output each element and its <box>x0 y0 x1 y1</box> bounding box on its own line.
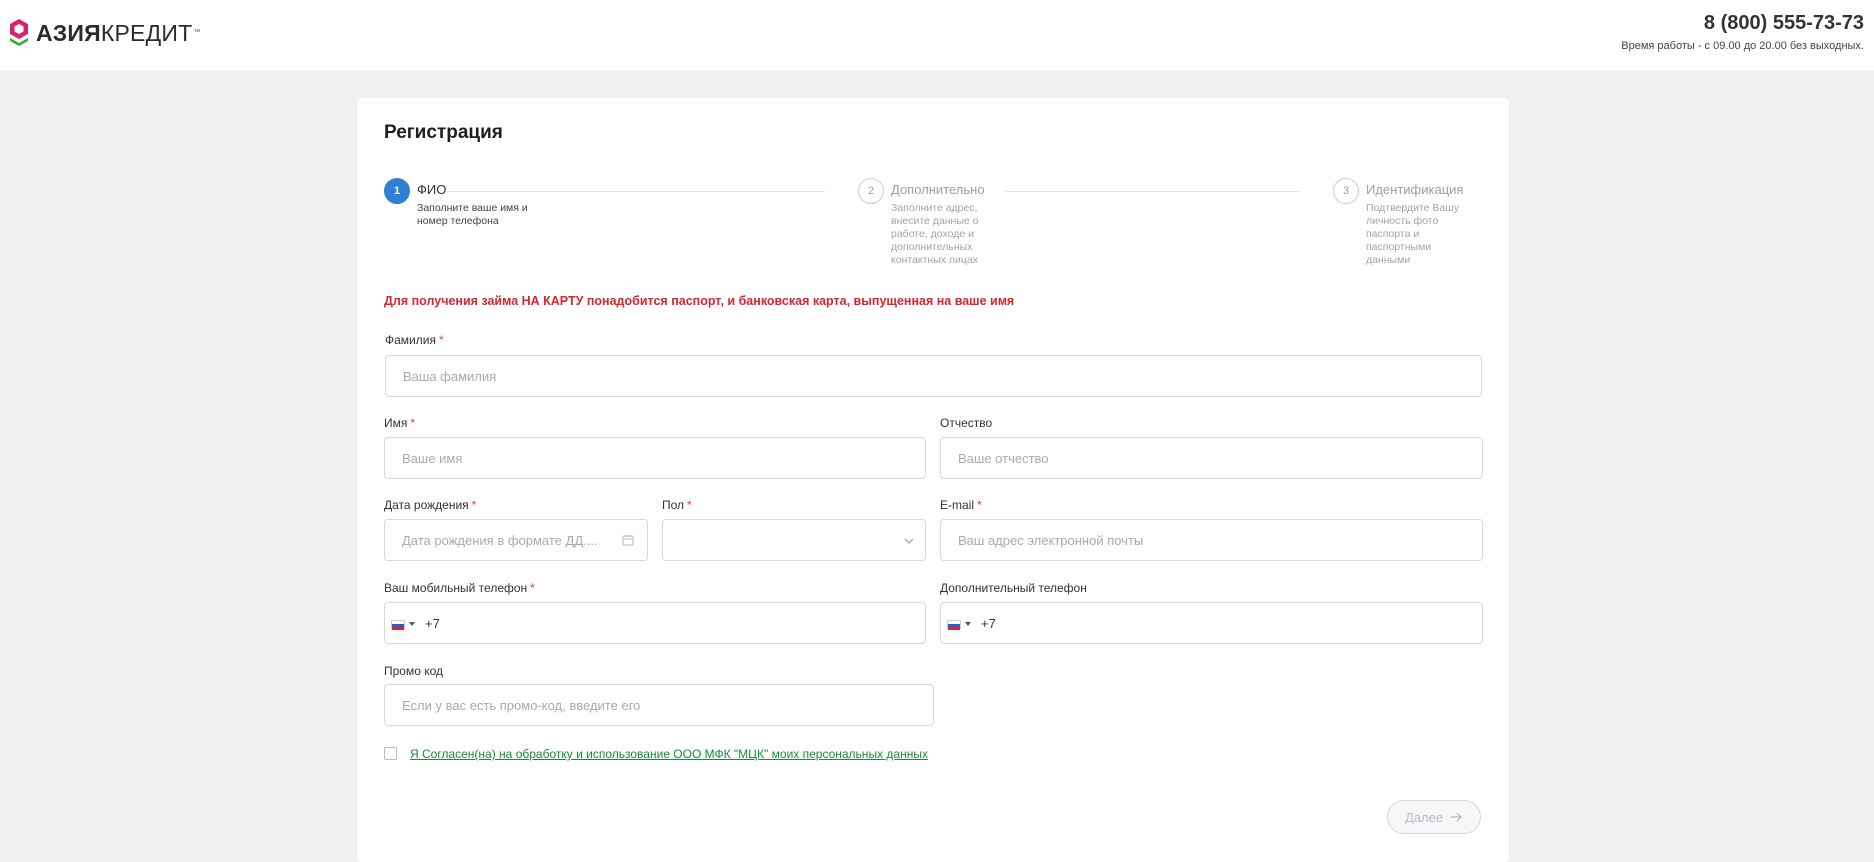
step-connector <box>447 191 825 192</box>
surname-input[interactable]: Ваша фамилия <box>385 355 1482 397</box>
step-number: 1 <box>384 178 410 204</box>
russia-flag-icon[interactable] <box>947 620 961 630</box>
working-hours: Время работы - с 09.00 до 20.00 без выхо… <box>1621 40 1864 52</box>
card-requirement-notice: Для получения займа НА КАРТУ понадобится… <box>384 294 1015 308</box>
extra-phone-value: +7 <box>981 616 996 631</box>
consent-link[interactable]: Я Согласен(на) на обработку и использова… <box>410 747 928 761</box>
next-button[interactable]: Далее <box>1387 800 1481 834</box>
support-phone[interactable]: 8 (800) 555-73-73 <box>1704 12 1864 35</box>
step-description: Подтвердите Вашу личность фото паспорта … <box>1366 202 1459 266</box>
patronymic-placeholder: Ваше отчество <box>958 451 1049 466</box>
consent-checkbox[interactable] <box>384 747 397 760</box>
birthdate-placeholder: Дата рождения в формате ДД.... <box>402 533 598 548</box>
calendar-icon[interactable] <box>622 534 634 546</box>
name-input[interactable]: Ваше имя <box>384 437 926 479</box>
promo-label: Промо код <box>384 664 444 678</box>
step-number: 3 <box>1333 178 1359 204</box>
logo-text: АЗИЯКРЕДИТ™ <box>36 20 201 46</box>
birthdate-input[interactable]: Дата рождения в формате ДД.... <box>384 519 648 561</box>
step-title: Дополнительно <box>891 182 985 197</box>
next-button-label: Далее <box>1404 809 1444 825</box>
name-label: Имя * <box>384 416 416 430</box>
promo-input[interactable]: Если у вас есть промо-код, введите его <box>384 684 934 726</box>
arrow-right-icon <box>1451 812 1462 822</box>
gender-select[interactable] <box>662 519 926 561</box>
gender-label: Пол * <box>662 498 692 512</box>
patronymic-input[interactable]: Ваше отчество <box>940 437 1483 479</box>
step-title: ФИО <box>417 182 447 197</box>
step-connector <box>1005 191 1300 192</box>
extra-phone-label: Дополнительный телефон <box>940 581 1087 595</box>
step-description: Заполните ваше имя и номер телефона <box>417 202 528 227</box>
step-number: 2 <box>858 178 884 204</box>
name-placeholder: Ваше имя <box>402 451 463 466</box>
extra-phone-input[interactable]: +7 <box>940 602 1483 644</box>
logo[interactable]: АЗИЯКРЕДИТ™ <box>8 18 201 48</box>
email-input[interactable]: Ваш адрес электронной почты <box>940 519 1483 561</box>
email-placeholder: Ваш адрес электронной почты <box>958 533 1144 548</box>
russia-flag-icon[interactable] <box>391 620 405 630</box>
page-title: Регистрация <box>384 122 503 143</box>
surname-placeholder: Ваша фамилия <box>403 369 497 384</box>
mobile-phone-label: Ваш мобильный телефон * <box>384 581 535 595</box>
country-caret-icon[interactable] <box>409 622 415 626</box>
email-label: E-mail * <box>940 498 982 512</box>
step-title: Идентификация <box>1366 182 1464 197</box>
patronymic-label: Отчество <box>940 416 993 430</box>
registration-card: Регистрация 1 ФИО Заполните ваше имя и н… <box>357 98 1509 862</box>
chevron-down-icon <box>904 538 914 544</box>
site-header: АЗИЯКРЕДИТ™ 8 (800) 555-73-73 Время рабо… <box>0 0 1874 70</box>
mobile-phone-value: +7 <box>425 616 440 631</box>
mobile-phone-input[interactable]: +7 <box>384 602 926 644</box>
step-description: Заполните адрес, внесите данные о работе… <box>891 202 979 266</box>
logo-mark-icon <box>10 19 28 46</box>
country-caret-icon[interactable] <box>965 622 971 626</box>
surname-label: Фамилия * <box>385 333 444 347</box>
birthdate-label: Дата рождения * <box>384 498 477 512</box>
promo-placeholder: Если у вас есть промо-код, введите его <box>402 698 641 713</box>
